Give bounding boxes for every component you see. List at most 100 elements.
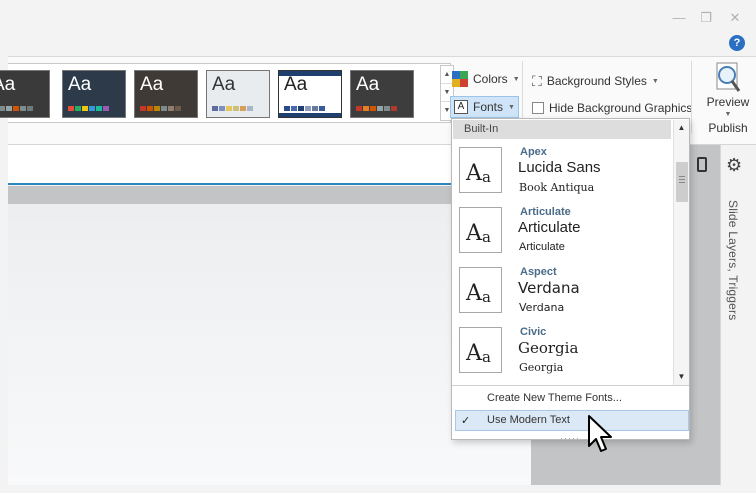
font-heading: Articulate [518,219,581,236]
hide-background-label: Hide Background Graphics [549,101,693,115]
close-button[interactable]: ✕ [724,8,746,28]
slide-layers-triggers-tab[interactable]: Slide Layers, Triggers [726,200,740,320]
scroll-up-icon[interactable]: ▲ [674,120,689,136]
font-theme-item[interactable]: Aa Apex Lucida Sans Book Antiqua [452,140,672,200]
font-heading: Lucida Sans [518,159,601,176]
publish-label[interactable]: Publish [700,121,756,135]
theme-thumbnail[interactable]: Aa [0,70,50,118]
font-theme-item[interactable]: Aa Aspect Verdana Verdana [452,260,672,320]
background-styles-icon: ⛶ [532,72,542,89]
ribbon-separator [691,61,692,133]
colors-label: Colors [473,72,508,86]
theme-gallery: Aa Aa Aa Aa Aa Aa [0,63,451,123]
theme-sample-text: Aa [212,74,236,95]
color-swatch [298,106,304,111]
color-swatch [363,106,369,111]
minimize-button[interactable]: — [668,8,690,28]
color-swatch [305,106,311,111]
font-body: Articulate [519,241,565,253]
theme-sample-text: Aa [68,74,92,95]
font-heading: Verdana [518,279,580,297]
color-swatch [68,106,74,111]
resize-grip-icon[interactable]: ····· [560,433,580,443]
built-in-header: Built-In [453,120,671,139]
restore-button[interactable]: ❐ [695,8,717,28]
chevron-down-icon: ▼ [512,75,520,83]
theme-thumbnail[interactable]: Aa [278,70,342,118]
color-swatch [312,106,318,111]
font-theme-name: Apex [520,146,547,158]
color-swatch [103,106,109,111]
color-swatch [247,106,253,111]
create-new-theme-fonts-item[interactable]: Create New Theme Fonts... [487,392,622,404]
font-sample-icon: Aa [459,147,502,193]
color-swatch [0,106,5,111]
gear-icon[interactable]: ⚙ [726,155,742,175]
font-theme-item[interactable]: Aa Articulate Articulate Articulate [452,200,672,260]
background-styles-label: Background Styles [546,74,647,88]
use-modern-text-item[interactable]: ✓ Use Modern Text [455,410,689,431]
theme-sample-text: Aa [284,74,308,95]
color-swatch [175,106,181,111]
fonts-icon: A [454,100,468,114]
scroll-down-icon[interactable]: ▼ [674,369,689,385]
font-theme-name: Articulate [520,206,571,218]
font-theme-item[interactable]: Aa Civic Georgia Georgia [452,320,672,380]
preview-button[interactable]: Preview ▼ Publish [700,61,756,145]
hide-background-graphics-checkbox[interactable]: Hide Background Graphics [532,97,692,119]
theme-thumbnail[interactable]: Aa [62,70,126,118]
check-icon: ✓ [461,415,471,427]
color-swatch [13,106,19,111]
menu-separator [452,385,689,386]
colors-button[interactable]: Colors ▼ [452,68,520,90]
use-modern-text-label: Use Modern Text [487,414,570,426]
color-swatch [377,106,383,111]
font-heading: Georgia [518,339,579,357]
theme-thumbnail[interactable]: Aa [134,70,198,118]
theme-sample-text: Aa [140,74,164,95]
background-styles-button[interactable]: ⛶ Background Styles ▼ [532,70,659,92]
checkbox-icon[interactable] [532,102,544,114]
font-sample-icon: Aa [459,207,502,253]
color-swatch [212,106,218,111]
color-swatch [96,106,102,111]
fonts-scrollbar[interactable]: ▲ ▼ [673,120,689,385]
font-theme-name: Aspect [520,266,557,278]
font-theme-name: Civic [520,326,547,338]
color-swatch [140,106,146,111]
color-swatch [27,106,33,111]
color-swatch [319,106,325,111]
help-icon[interactable]: ? [729,35,745,51]
theme-thumbnail[interactable]: Aa [350,70,414,118]
chevron-down-icon: ▼ [508,103,515,111]
color-swatch [240,106,246,111]
fonts-button[interactable]: A Fonts ▼ [450,96,519,118]
scroll-thumb[interactable] [676,162,688,202]
color-swatch [384,106,390,111]
color-swatch [226,106,232,111]
preview-magnifier-icon [713,61,743,95]
color-swatch [391,106,397,111]
chevron-down-icon[interactable]: ▼ [700,109,756,121]
font-sample-icon: Aa [459,327,502,373]
chevron-down-icon: ▼ [651,77,659,85]
font-body: Georgia [519,361,564,374]
theme-sample-text: Aa [0,74,16,95]
fonts-label: Fonts [473,100,504,114]
color-swatch [219,106,225,111]
color-swatch [356,106,362,111]
color-swatch [75,106,81,111]
color-swatch [370,106,376,111]
phone-icon[interactable] [697,157,707,172]
slide-tab-strip [8,145,451,185]
color-swatch [6,106,12,111]
font-body: Book Antiqua [519,181,595,194]
color-swatch [233,106,239,111]
color-swatch [154,106,160,111]
color-swatch [284,106,290,111]
mouse-cursor-icon [587,414,615,459]
theme-thumbnail[interactable]: Aa [206,70,270,118]
fonts-dropdown: Built-In Aa Apex Lucida Sans Book Antiqu… [451,118,690,443]
canvas-ruler-bar [8,186,451,204]
color-swatch [82,106,88,111]
